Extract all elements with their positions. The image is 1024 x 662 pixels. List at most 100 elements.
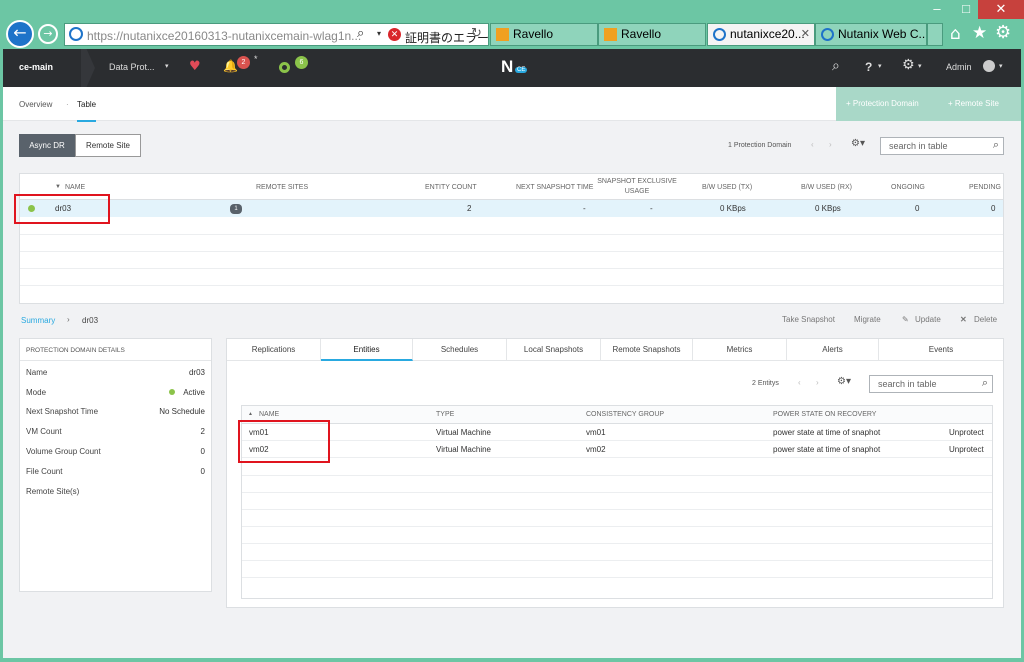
entity-type: Virtual Machine xyxy=(436,445,491,454)
back-icon[interactable]: ← xyxy=(6,20,34,48)
close-tab-icon[interactable]: ✕ xyxy=(801,24,810,45)
delete-button[interactable]: Delete xyxy=(974,315,997,324)
update-button[interactable]: Update xyxy=(915,315,941,324)
refresh-icon[interactable]: ↻ xyxy=(471,26,482,41)
take-snapshot-button[interactable]: Take Snapshot xyxy=(782,315,835,324)
settings-gear-icon[interactable]: ⚙ xyxy=(995,22,1011,43)
next-page-icon[interactable]: › xyxy=(816,378,819,387)
tab-entities[interactable]: Entities xyxy=(321,339,413,361)
tab-replications[interactable]: Replications xyxy=(227,339,321,361)
protection-domain-table: ▼ NAME REMOTE SITES ENTITY COUNT NEXT SN… xyxy=(19,173,1004,304)
user-menu[interactable]: Admin xyxy=(946,62,972,72)
tab-events[interactable]: Events xyxy=(879,339,1003,361)
table-settings-icon[interactable]: ⚙▾ xyxy=(851,138,865,149)
search-icon[interactable]: ⌕ xyxy=(832,58,840,74)
help-icon[interactable]: ? xyxy=(865,60,872,74)
alert-star: * xyxy=(254,54,258,64)
tab-alerts[interactable]: Alerts xyxy=(787,339,879,361)
detail-value: dr03 xyxy=(188,368,205,377)
search-placeholder: search in table xyxy=(889,141,948,151)
dropdown-icon[interactable]: ▾ xyxy=(377,29,381,38)
table-row[interactable]: dr03 1 2 - - 0 KBps 0 KBps 0 0 xyxy=(20,200,1003,217)
migrate-button[interactable]: Migrate xyxy=(854,315,881,324)
col-name[interactable]: NAME xyxy=(259,411,279,418)
favorites-icon[interactable]: ★ xyxy=(972,23,987,43)
col-ongoing[interactable]: ONGOING xyxy=(891,184,925,191)
async-dr-toggle[interactable]: Async DR xyxy=(19,134,75,157)
url-text: https://nutanixce20160313-nutanixcemain-… xyxy=(87,29,362,43)
cert-error-icon: ✕ xyxy=(388,28,401,41)
search-icon[interactable]: ⌕ xyxy=(357,26,364,41)
table-settings-icon[interactable]: ⚙▾ xyxy=(837,376,851,387)
col-bw-tx[interactable]: B/W USED (TX) xyxy=(702,184,752,191)
row-divider xyxy=(242,492,992,493)
table-row[interactable]: vm02 Virtual Machine vm02 power state at… xyxy=(242,441,992,458)
nutanix-logo: N xyxy=(501,57,514,76)
entity-cg: vm01 xyxy=(586,428,606,437)
unprotect-link[interactable]: Unprotect xyxy=(949,428,984,437)
entity-count: 2 Entitys xyxy=(752,380,779,387)
tab-nutanix-web-console[interactable]: Nutanix Web C... xyxy=(815,23,927,46)
summary-link[interactable]: Summary xyxy=(21,316,55,325)
cluster-name[interactable]: ce-main xyxy=(19,62,53,72)
sort-icon[interactable]: ▲ xyxy=(248,411,253,417)
unprotect-link[interactable]: Unprotect xyxy=(949,445,984,454)
tab-ravello-1[interactable]: Ravello xyxy=(490,23,598,46)
tab-schedules[interactable]: Schedules xyxy=(413,339,507,361)
row-pending: 0 xyxy=(991,204,996,213)
minimize-button[interactable]: – xyxy=(920,0,954,19)
top-search-input[interactable]: search in table ⌕ xyxy=(880,137,1004,155)
tab-metrics[interactable]: Metrics xyxy=(693,339,787,361)
row-divider xyxy=(242,543,992,544)
tab-nutanixce[interactable]: nutanixce20... ✕ xyxy=(707,23,815,46)
app-content: Overview · Table + Protection Domain + R… xyxy=(3,87,1021,658)
forward-icon[interactable]: → xyxy=(38,24,58,44)
user-avatar-icon[interactable] xyxy=(983,60,995,72)
col-entity-count[interactable]: ENTITY COUNT xyxy=(425,184,477,191)
detail-value: 0 xyxy=(200,447,205,456)
maximize-button[interactable]: □ xyxy=(954,0,978,19)
col-snapshot-exclusive[interactable]: SNAPSHOT EXCLUSIVE USAGE xyxy=(592,177,682,197)
col-pending[interactable]: PENDING xyxy=(969,184,1001,191)
entities-table: ▲ NAME TYPE CONSISTENCY GROUP POWER STAT… xyxy=(241,405,993,599)
close-window-button[interactable]: ✕ xyxy=(978,0,1024,19)
health-heart-icon[interactable]: ♥ xyxy=(189,59,201,74)
row-divider xyxy=(20,234,1003,235)
col-next-snapshot[interactable]: NEXT SNAPSHOT TIME xyxy=(516,184,593,191)
view-switcher: Overview · Table + Protection Domain + R… xyxy=(3,87,1021,122)
settings-gear-icon[interactable]: ⚙ xyxy=(902,57,915,73)
tasks-icon[interactable] xyxy=(279,62,290,73)
search-icon: ⌕ xyxy=(992,138,999,151)
col-name[interactable]: NAME xyxy=(65,184,85,191)
next-page-icon[interactable]: › xyxy=(829,140,832,149)
tab-local-snapshots[interactable]: Local Snapshots xyxy=(507,339,601,361)
col-bw-rx[interactable]: B/W USED (RX) xyxy=(801,184,852,191)
tab-remote-snapshots[interactable]: Remote Snapshots xyxy=(601,339,693,361)
overview-link[interactable]: Overview xyxy=(19,100,52,109)
table-link[interactable]: Table xyxy=(77,100,97,122)
col-remote-sites[interactable]: REMOTE SITES xyxy=(256,184,308,191)
ravello-icon xyxy=(496,28,509,41)
col-consistency-group[interactable]: CONSISTENCY GROUP xyxy=(586,411,664,418)
breadcrumb-divider xyxy=(81,49,95,87)
row-divider xyxy=(20,285,1003,286)
ie-page-icon xyxy=(821,28,834,41)
prev-page-icon[interactable]: ‹ xyxy=(798,378,801,387)
remote-site-toggle[interactable]: Remote Site xyxy=(75,134,141,157)
add-protection-domain-button[interactable]: + Protection Domain xyxy=(836,87,942,121)
data-protection-menu[interactable]: Data Prot... xyxy=(109,62,155,72)
entities-search-input[interactable]: search in table ⌕ xyxy=(869,375,993,393)
new-tab-button[interactable] xyxy=(927,23,943,46)
chevron-down-icon: ▾ xyxy=(878,63,882,70)
add-remote-site-button[interactable]: + Remote Site xyxy=(942,87,1021,121)
alert-bell-icon[interactable]: 🔔 xyxy=(223,59,238,73)
col-type[interactable]: TYPE xyxy=(436,411,454,418)
address-bar[interactable]: https://nutanixce20160313-nutanixcemain-… xyxy=(64,23,489,46)
prev-page-icon[interactable]: ‹ xyxy=(811,140,814,149)
detail-value: 0 xyxy=(200,467,205,476)
col-power-state[interactable]: POWER STATE ON RECOVERY xyxy=(773,411,876,418)
home-icon[interactable]: ⌂ xyxy=(950,24,961,44)
sort-icon[interactable]: ▼ xyxy=(55,184,61,190)
tab-ravello-2[interactable]: Ravello xyxy=(598,23,706,46)
table-row[interactable]: vm01 Virtual Machine vm01 power state at… xyxy=(242,424,992,441)
